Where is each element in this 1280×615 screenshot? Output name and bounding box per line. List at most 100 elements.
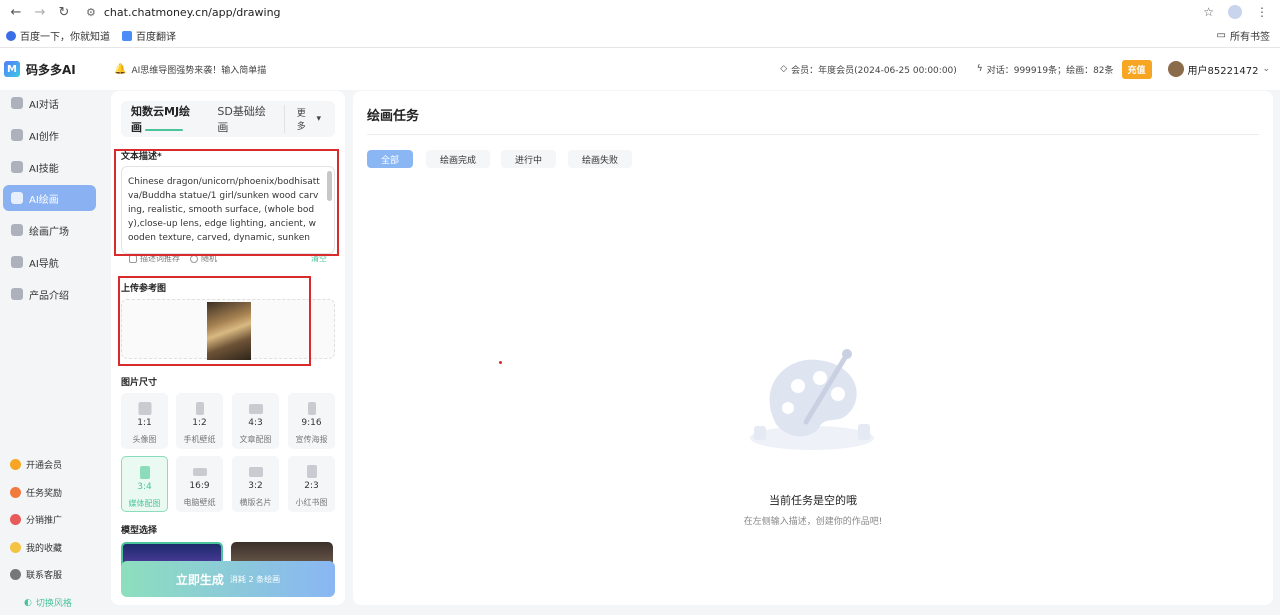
chevron-down-icon: ⌄ bbox=[1262, 64, 1270, 74]
size-ratio: 1:1 bbox=[137, 418, 152, 428]
more-dropdown[interactable]: 更多 ▾ bbox=[283, 105, 335, 133]
size-name: 宣传海报 bbox=[295, 435, 328, 444]
filter-label: 绘画失败 bbox=[582, 155, 619, 166]
ratio-shape-icon bbox=[307, 402, 316, 415]
filter-failed[interactable]: 绘画失败 bbox=[568, 150, 633, 168]
avatar bbox=[1167, 61, 1184, 77]
size-option[interactable]: 1:1 头像图 bbox=[121, 393, 168, 449]
forward-icon[interactable]: → bbox=[32, 5, 48, 20]
size-ratio: 4:3 bbox=[248, 418, 263, 428]
sidebar-bottom-label: 我的收藏 bbox=[26, 544, 63, 554]
back-icon[interactable]: ← bbox=[8, 5, 24, 20]
bookmark-star-icon[interactable]: ☆ bbox=[1203, 5, 1214, 19]
sidebar-vip[interactable]: 开通会员 bbox=[10, 458, 62, 471]
pen-icon bbox=[11, 129, 23, 141]
profile-icon[interactable] bbox=[1228, 5, 1242, 19]
generate-cost: 消耗 2 条绘画 bbox=[229, 574, 281, 584]
sidebar-distribution[interactable]: 分销推广 bbox=[10, 513, 62, 526]
gallery-icon bbox=[11, 224, 23, 236]
sidebar-support[interactable]: 联系客服 bbox=[10, 568, 62, 581]
size-ratio: 16:9 bbox=[189, 481, 210, 491]
size-option[interactable]: 3:4 媒体配图 bbox=[121, 456, 168, 512]
sidebar-item-label: 产品介绍 bbox=[29, 290, 69, 302]
sidebar-bottom-label: 任务奖励 bbox=[26, 489, 63, 499]
sidebar-item-drawing-square[interactable]: 绘画广场 bbox=[3, 217, 96, 243]
bell-icon: 🔔 bbox=[114, 63, 127, 75]
membership-text: 会员：年度会员(2024-06-25 00:00:00) bbox=[791, 65, 957, 76]
app-logo[interactable]: M 码多多AI bbox=[0, 61, 104, 78]
palette-icon bbox=[11, 192, 23, 204]
sidebar-item-ai-chat[interactable]: AI对话 bbox=[3, 90, 96, 116]
ratio-shape-icon bbox=[192, 468, 207, 476]
sidebar-bottom-label: 开通会员 bbox=[26, 461, 63, 471]
theme-switch[interactable]: ◐ 切换风格 bbox=[24, 596, 72, 610]
caret-down-icon: ▾ bbox=[316, 114, 321, 124]
skills-icon bbox=[11, 161, 23, 173]
all-bookmarks[interactable]: ▭ 所有书签 bbox=[1217, 28, 1270, 43]
size-label: 图片尺寸 bbox=[121, 378, 158, 388]
sidebar-item-ai-skills[interactable]: AI技能 bbox=[3, 154, 96, 180]
bookmarks-bar: 百度一下，你就知道 百度翻译 ▭ 所有书签 bbox=[0, 24, 1280, 48]
bookmark-baidu-translate[interactable]: 百度翻译 bbox=[122, 28, 176, 43]
diamond-icon: ◇ bbox=[780, 64, 788, 74]
theme-switch-label: 切换风格 bbox=[35, 599, 72, 609]
size-option[interactable]: 3:2 横版名片 bbox=[232, 456, 279, 512]
reload-icon[interactable]: ↻ bbox=[56, 5, 72, 20]
sidebar-item-ai-drawing[interactable]: AI绘画 bbox=[3, 185, 96, 211]
site-info-icon[interactable]: ⚙ bbox=[86, 6, 96, 19]
size-option[interactable]: 1:2 手机壁纸 bbox=[176, 393, 223, 449]
recharge-button[interactable]: 充值 bbox=[1121, 59, 1152, 79]
folder-icon: ▭ bbox=[1216, 30, 1226, 41]
sidebar-item-ai-create[interactable]: AI创作 bbox=[3, 122, 96, 148]
user-menu[interactable]: 用户85221472 ⌄ bbox=[1167, 61, 1270, 77]
lightning-icon: ϟ bbox=[976, 64, 983, 74]
all-bookmarks-label: 所有书签 bbox=[1230, 32, 1270, 43]
sidebar-item-label: AI对话 bbox=[29, 99, 59, 111]
filter-completed[interactable]: 绘画完成 bbox=[426, 150, 491, 168]
size-option[interactable]: 4:3 文章配图 bbox=[232, 393, 279, 449]
sidebar-favorites[interactable]: 我的收藏 bbox=[10, 541, 62, 554]
engine-tabs: 知数云MJ绘画 SD基础绘画 更多 ▾ bbox=[121, 101, 335, 137]
size-ratio: 3:4 bbox=[137, 482, 152, 492]
tab-label: 知数云MJ绘画 bbox=[131, 105, 191, 134]
translate-icon bbox=[122, 30, 132, 41]
tab-mj-drawing[interactable]: 知数云MJ绘画 bbox=[121, 101, 207, 137]
size-ratio: 1:2 bbox=[192, 418, 207, 428]
ratio-shape-icon bbox=[139, 466, 150, 479]
address-bar[interactable]: ⚙ chat.chatmoney.cn/app/drawing bbox=[86, 6, 1203, 19]
membership-info[interactable]: ◇ 会员：年度会员(2024-06-25 00:00:00) bbox=[780, 63, 957, 76]
menu-kebab-icon[interactable]: ⋮ bbox=[1256, 5, 1268, 19]
app-header: M 码多多AI 🔔 AI思维导图强势来袭！输入简单描 ◇ 会员：年度会员(2024… bbox=[0, 48, 1280, 90]
size-option[interactable]: 16:9 电脑壁纸 bbox=[176, 456, 223, 512]
notice-bar[interactable]: 🔔 AI思维导图强势来袭！输入简单描 bbox=[114, 63, 266, 76]
quota-text: 对话：999919条；绘画：82条 bbox=[986, 65, 1114, 76]
size-ratio: 9:16 bbox=[301, 418, 322, 428]
sidebar-rewards[interactable]: 任务奖励 bbox=[10, 486, 62, 499]
size-option[interactable]: 9:16 宣传海报 bbox=[288, 393, 335, 449]
tasks-panel: 绘画任务 全部 绘画完成 进行中 绘画失败 当前任务是空的哦 在左侧输入描述，创… bbox=[353, 91, 1273, 605]
star-icon bbox=[10, 542, 21, 553]
chat-icon bbox=[11, 97, 23, 109]
size-ratio: 2:3 bbox=[304, 481, 319, 491]
sidebar-item-product-intro[interactable]: 产品介绍 bbox=[3, 281, 96, 307]
bookmark-baidu[interactable]: 百度一下，你就知道 bbox=[6, 28, 110, 43]
empty-state-title: 当前任务是空的哦 bbox=[769, 494, 857, 507]
highlight-upload-box bbox=[118, 276, 311, 366]
size-name: 媒体配图 bbox=[128, 499, 161, 508]
sidebar-item-label: AI技能 bbox=[29, 163, 59, 175]
ratio-shape-icon bbox=[248, 467, 263, 477]
share-icon bbox=[10, 514, 21, 525]
sidebar-item-ai-nav[interactable]: AI导航 bbox=[3, 249, 96, 275]
filter-all[interactable]: 全部 bbox=[367, 150, 414, 168]
notice-text: AI思维导图强势来袭！输入简单描 bbox=[131, 65, 267, 76]
filter-in-progress[interactable]: 进行中 bbox=[501, 150, 557, 168]
size-option[interactable]: 2:3 小红书图 bbox=[288, 456, 335, 512]
ratio-shape-icon bbox=[138, 402, 151, 415]
empty-palette-icon bbox=[750, 349, 874, 450]
sidebar: AI对话 AI创作 AI技能 AI绘画 绘画广场 AI导航 产品介绍 开通会员 … bbox=[0, 90, 104, 615]
generate-button[interactable]: 立即生成 消耗 2 条绘画 bbox=[121, 561, 335, 597]
highlight-prompt-box bbox=[114, 149, 339, 256]
ratio-shape-icon bbox=[306, 465, 317, 478]
doc-icon bbox=[11, 288, 23, 300]
tab-sd-drawing[interactable]: SD基础绘画 bbox=[207, 101, 283, 137]
